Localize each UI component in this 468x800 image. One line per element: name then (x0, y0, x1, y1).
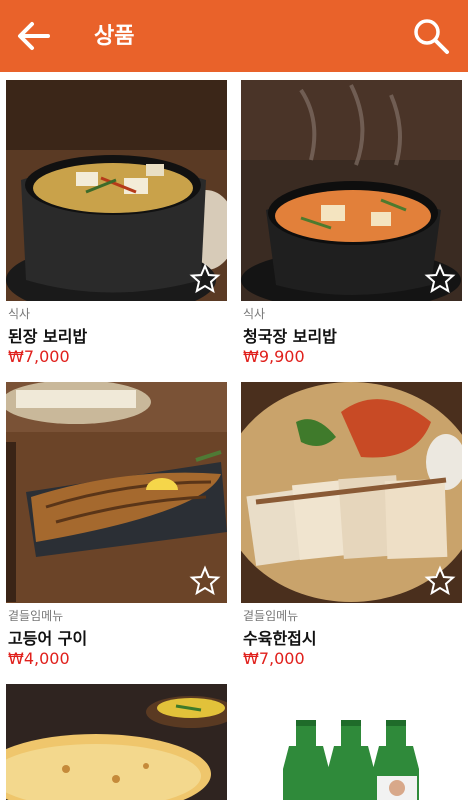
star-icon[interactable] (189, 263, 221, 295)
back-button[interactable] (14, 16, 54, 56)
grilled-mackerel-photo[interactable] (6, 382, 227, 603)
cheonggukjang-stew-photo[interactable] (241, 80, 462, 301)
star-icon[interactable] (424, 565, 456, 597)
star-icon[interactable] (189, 565, 221, 597)
app-bar: 상품 (0, 0, 468, 72)
product-name: 청국장 보리밥 (243, 327, 337, 346)
soju-bottles-photo[interactable] (241, 684, 462, 800)
page-title: 상품 (94, 24, 135, 49)
product-category: 곁들임메뉴 (243, 609, 299, 623)
star-icon[interactable] (424, 263, 456, 295)
search-button[interactable] (410, 15, 452, 57)
boiled-pork-photo[interactable] (241, 382, 462, 603)
product-price: ₩4,000 (8, 649, 70, 668)
pancake-photo[interactable] (6, 684, 227, 800)
search-icon (414, 19, 449, 54)
product-category: 식사 (243, 307, 266, 321)
product-price: ₩9,900 (243, 347, 305, 366)
product-name: 수육한접시 (243, 629, 317, 648)
product-price: ₩7,000 (243, 649, 305, 668)
doenjang-stew-photo[interactable] (6, 80, 227, 301)
product-category: 곁들임메뉴 (8, 609, 64, 623)
arrow-left-icon (18, 22, 50, 50)
product-name: 된장 보리밥 (8, 327, 88, 346)
product-name: 고등어 구이 (8, 629, 88, 648)
product-price: ₩7,000 (8, 347, 70, 366)
product-category: 식사 (8, 307, 31, 321)
